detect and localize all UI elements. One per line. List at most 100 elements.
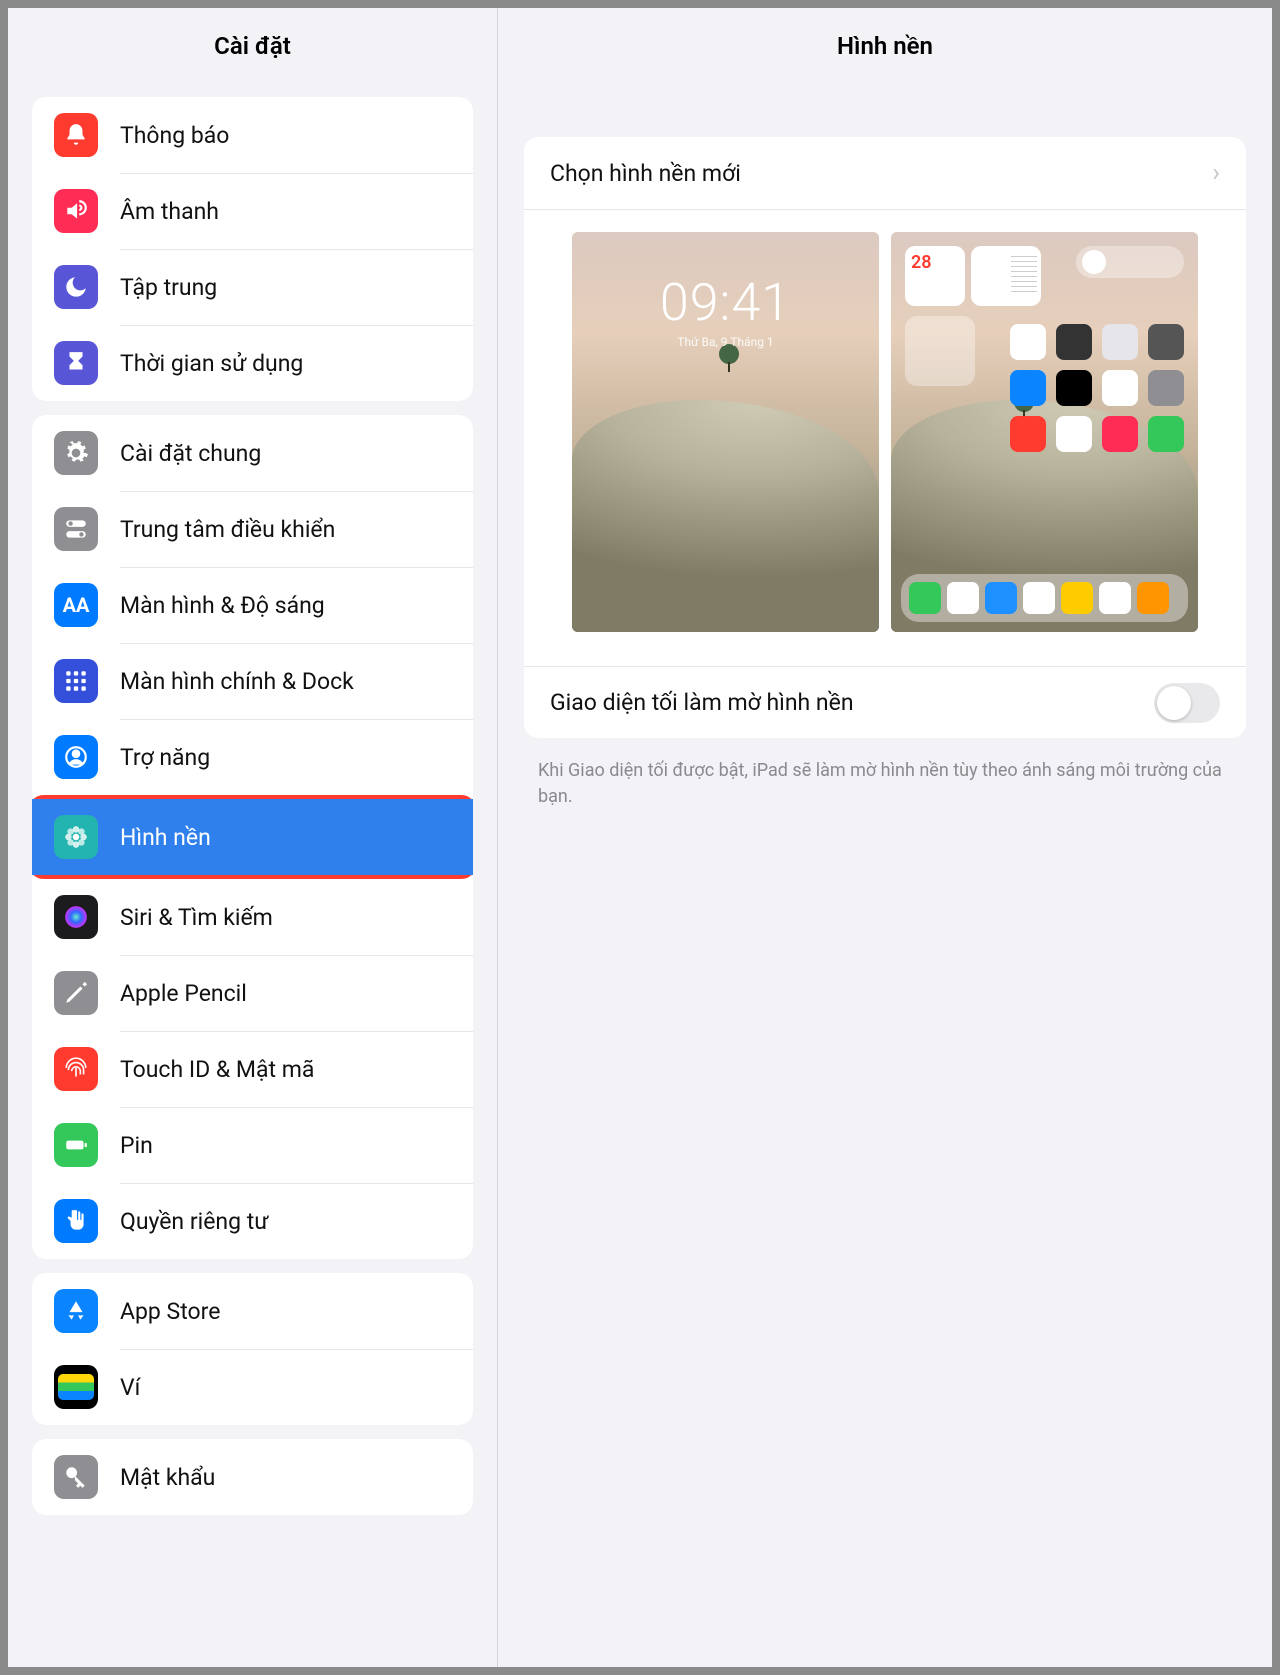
sidebar-item-pencil[interactable]: Apple Pencil: [32, 955, 473, 1031]
switches-icon: [54, 507, 98, 551]
sidebar-item-label: Tập trung: [120, 274, 217, 301]
sidebar-group: Mật khẩu: [32, 1439, 473, 1515]
dock-app-icon: [909, 582, 941, 614]
person-icon: [54, 735, 98, 779]
app-icon: [1056, 416, 1092, 452]
sidebar-group: Cài đặt chung Trung tâm điều khiển AA Màn h…: [32, 415, 473, 1259]
sidebar-item-display[interactable]: AA Màn hình & Độ sáng: [32, 567, 473, 643]
placeholder-widget: [905, 316, 975, 386]
moon-icon: [54, 265, 98, 309]
app-icon: [1102, 324, 1138, 360]
dock: [901, 574, 1188, 622]
dark-dims-wallpaper-label: Giao diện tối làm mờ hình nền: [550, 689, 1154, 716]
sidebar-item-passwords[interactable]: Mật khẩu: [32, 1439, 473, 1515]
highlight-frame: Hình nền: [32, 795, 473, 879]
app-icon: [1010, 324, 1046, 360]
sidebar-item-label: Apple Pencil: [120, 980, 247, 1007]
wallpaper-card: Chọn hình nền mới › 09:41 Thứ Ba, 9 Thán…: [524, 137, 1246, 738]
sidebar-item-label: Trợ năng: [120, 744, 210, 771]
sidebar-item-label: Siri & Tìm kiếm: [120, 904, 273, 931]
speaker-icon: [54, 189, 98, 233]
sidebar-item-label: Pin: [120, 1132, 153, 1159]
page-dots-widget: [1076, 246, 1184, 278]
calendar-month-widget: [971, 246, 1041, 306]
sidebar-item-label: Mật khẩu: [120, 1464, 215, 1491]
sidebar-item-control-center[interactable]: Trung tâm điều khiển: [32, 491, 473, 567]
sidebar-item-screentime[interactable]: Thời gian sử dụng: [32, 325, 473, 401]
bell-icon: [54, 113, 98, 157]
battery-icon: [54, 1123, 98, 1167]
dock-app-icon: [947, 582, 979, 614]
dock-app-icon: [1061, 582, 1093, 614]
lock-preview-time: 09:41: [660, 272, 791, 333]
hourglass-icon: [54, 341, 98, 385]
sidebar-item-sound[interactable]: Âm thanh: [32, 173, 473, 249]
sidebar-item-label: Màn hình & Độ sáng: [120, 592, 325, 619]
dock-app-icon: [985, 582, 1017, 614]
sidebar-item-notifications[interactable]: Thông báo: [32, 97, 473, 173]
dock-app-icon: [1099, 582, 1131, 614]
sidebar-item-label: Quyền riêng tư: [120, 1208, 269, 1235]
app-icon: [1010, 416, 1046, 452]
app-icon: [1148, 324, 1184, 360]
detail-pane: Hình nền Chọn hình nền mới › 09:41 Thứ B…: [498, 8, 1272, 1667]
sidebar-header: Cài đặt: [8, 8, 497, 83]
sidebar-group: App Store Ví: [32, 1273, 473, 1425]
app-icon: [1010, 370, 1046, 406]
calendar-widget: 28: [905, 246, 965, 306]
dark-dims-wallpaper-toggle[interactable]: [1154, 683, 1220, 723]
chevron-right-icon: ›: [1212, 158, 1220, 188]
sidebar-item-wallpaper[interactable]: Hình nền: [32, 799, 473, 875]
grid-icon: [54, 659, 98, 703]
wallet-icon: [54, 1365, 98, 1409]
pencil-icon: [54, 971, 98, 1015]
lock-preview-date: Thứ Ba, 9 Tháng 1: [677, 335, 773, 349]
flower-icon: [54, 815, 98, 859]
gear-icon: [54, 431, 98, 475]
sidebar-item-focus[interactable]: Tập trung: [32, 249, 473, 325]
sidebar-item-siri[interactable]: Siri & Tìm kiếm: [32, 879, 473, 955]
sidebar-item-appstore[interactable]: App Store: [32, 1273, 473, 1349]
home-screen-preview[interactable]: 28: [891, 232, 1198, 632]
detail-header: Hình nền: [498, 8, 1272, 83]
sidebar-item-label: Trung tâm điều khiển: [120, 516, 335, 543]
wallpaper-previews: 09:41 Thứ Ba, 9 Tháng 1 28: [524, 209, 1246, 666]
app-icon: [1148, 416, 1184, 452]
sidebar-item-home-dock[interactable]: Màn hình chính & Dock: [32, 643, 473, 719]
fingerprint-icon: [54, 1047, 98, 1091]
home-apps: [1010, 324, 1184, 452]
sidebar-item-label: Âm thanh: [120, 198, 219, 225]
sidebar-item-wallet[interactable]: Ví: [32, 1349, 473, 1425]
AA-icon: AA: [54, 583, 98, 627]
sidebar-group: Thông báo Âm thanh Tập trung Thời gian sử d…: [32, 97, 473, 401]
sidebar-item-label: App Store: [120, 1298, 220, 1325]
app-icon: [1056, 370, 1092, 406]
sidebar-item-label: Ví: [120, 1374, 140, 1401]
sidebar-item-battery[interactable]: Pin: [32, 1107, 473, 1183]
dark-dims-wallpaper-row[interactable]: Giao diện tối làm mờ hình nền: [524, 666, 1246, 738]
lock-screen-preview[interactable]: 09:41 Thứ Ba, 9 Tháng 1: [572, 232, 879, 632]
sidebar-item-label: Cài đặt chung: [120, 440, 261, 467]
sidebar-item-label: Thời gian sử dụng: [120, 350, 303, 377]
hand-icon: [54, 1199, 98, 1243]
app-icon: [1102, 416, 1138, 452]
sidebar-item-label: Hình nền: [120, 824, 211, 851]
choose-new-wallpaper-label: Chọn hình nền mới: [550, 160, 1212, 187]
dark-dims-footnote: Khi Giao diện tối được bật, iPad sẽ làm …: [538, 758, 1232, 810]
app-icon: [1148, 370, 1184, 406]
sidebar-item-label: Thông báo: [120, 122, 229, 149]
dock-app-icon: [1023, 582, 1055, 614]
sidebar-item-accessibility[interactable]: Trợ năng: [32, 719, 473, 795]
sidebar-title: Cài đặt: [214, 32, 291, 60]
sidebar-item-privacy[interactable]: Quyền riêng tư: [32, 1183, 473, 1259]
sidebar-item-label: Touch ID & Mật mã: [120, 1056, 314, 1083]
sidebar-item-label: Màn hình chính & Dock: [120, 668, 354, 695]
settings-sidebar: Cài đặt Thông báo Âm thanh Tập trung Thời g…: [8, 8, 498, 1667]
sidebar-item-touchid[interactable]: Touch ID & Mật mã: [32, 1031, 473, 1107]
choose-new-wallpaper-row[interactable]: Chọn hình nền mới ›: [524, 137, 1246, 209]
key-icon: [54, 1455, 98, 1499]
app-icon: [1056, 324, 1092, 360]
siri-icon: [54, 895, 98, 939]
app-icon: [1102, 370, 1138, 406]
sidebar-item-general[interactable]: Cài đặt chung: [32, 415, 473, 491]
